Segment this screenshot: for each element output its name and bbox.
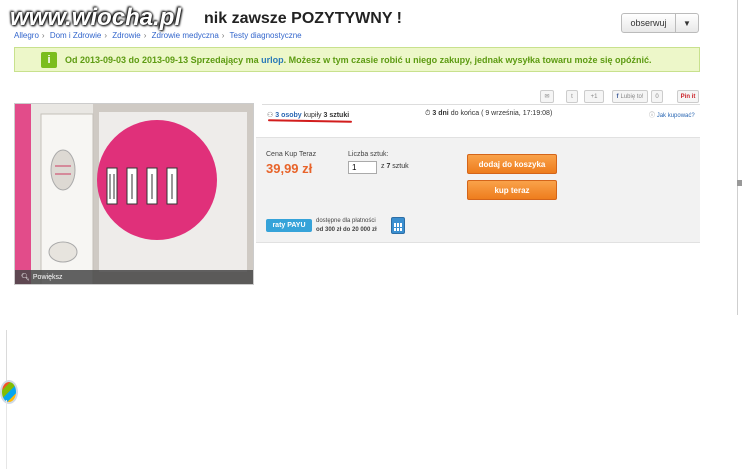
buyers-icon: ⚇ [267,112,274,119]
twitter-share-icon[interactable]: t [566,90,578,103]
add-to-cart-button[interactable]: dodaj do koszyka [467,154,557,174]
how-to-buy-link[interactable]: ⓘ Jak kupować? [649,110,695,119]
quantity-input[interactable] [348,161,377,174]
notice-text: Od 2013-09-03 do 2013-09-13 Sprzedający … [65,54,652,65]
buyers-count-link[interactable]: 3 osoby [275,112,301,119]
buyers-info: ⚇ 3 osoby kupiły 3 sztuki [267,112,350,119]
scroll-marker[interactable] [737,180,742,186]
pinterest-button[interactable]: Pin it [677,90,699,103]
divider [262,104,700,105]
page-border-line [737,0,738,315]
breadcrumb-separator: › [143,31,147,40]
quantity-available: z 7 sztuk [381,163,409,170]
left-frame-line [6,400,7,469]
breadcrumb-separator: › [41,31,45,40]
clock-icon: ⏱ [425,110,431,117]
quantity-label: Liczba sztuk: [348,151,389,158]
info-icon: i [41,51,57,68]
breadcrumb-item[interactable]: Zdrowie medyczna [152,31,219,40]
product-image[interactable]: 🔍︎ Powiększ [14,103,254,285]
observe-button[interactable]: obserwuj ▼ [621,13,699,33]
breadcrumb-separator: › [104,31,108,40]
facebook-like-button[interactable]: f Lubię to! [612,90,648,103]
breadcrumb-item[interactable]: Allegro [14,31,39,40]
observe-label[interactable]: obserwuj [622,14,676,32]
magnifier-icon: 🔍︎ [21,274,30,281]
gplus-share-button[interactable]: +1 [584,90,604,103]
breadcrumb-separator: › [221,31,225,40]
vacation-notice: i Od 2013-09-03 do 2013-09-13 Sprzedając… [14,47,700,72]
like-count: 0 [651,90,663,103]
breadcrumb-item[interactable]: Dom i Zdrowie [50,31,102,40]
auction-end-info: ⏱ 3 dni do końca ( 9 września, 17:19:08) [425,110,553,117]
red-underline-annotation [267,119,353,123]
zoom-bar[interactable]: 🔍︎ Powiększ [15,270,253,284]
windows-start-icon[interactable] [0,380,18,404]
raty-payu-logo: raty PAYU [266,219,312,232]
price-label: Cena Kup Teraz [266,151,317,158]
title-text: nik zawsze POZYTYWNY ! [204,10,402,27]
email-share-icon[interactable]: ✉ [540,90,554,103]
breadcrumb-item[interactable]: Zdrowie [112,31,140,40]
zoom-label[interactable]: Powiększ [33,274,63,281]
help-icon: ⓘ [649,113,656,119]
facebook-icon: f [616,93,619,100]
raty-info: dostępne dla płatności od 300 zł do 20 0… [316,218,377,233]
breadcrumb: Allegro › Dom i Zdrowie › Zdrowie › Zdrowie… [14,31,302,40]
breadcrumb-item[interactable]: Testy diagnostyczne [230,31,302,40]
left-frame-line [6,330,7,385]
site-watermark: www.wiocha.pl [10,4,182,31]
price-value: 39,99 zł [266,161,313,176]
calculator-icon[interactable] [391,217,405,234]
buy-now-button[interactable]: kup teraz [467,180,557,200]
chevron-down-icon[interactable]: ▼ [676,14,698,32]
pregnancy-test-photo [15,104,253,284]
